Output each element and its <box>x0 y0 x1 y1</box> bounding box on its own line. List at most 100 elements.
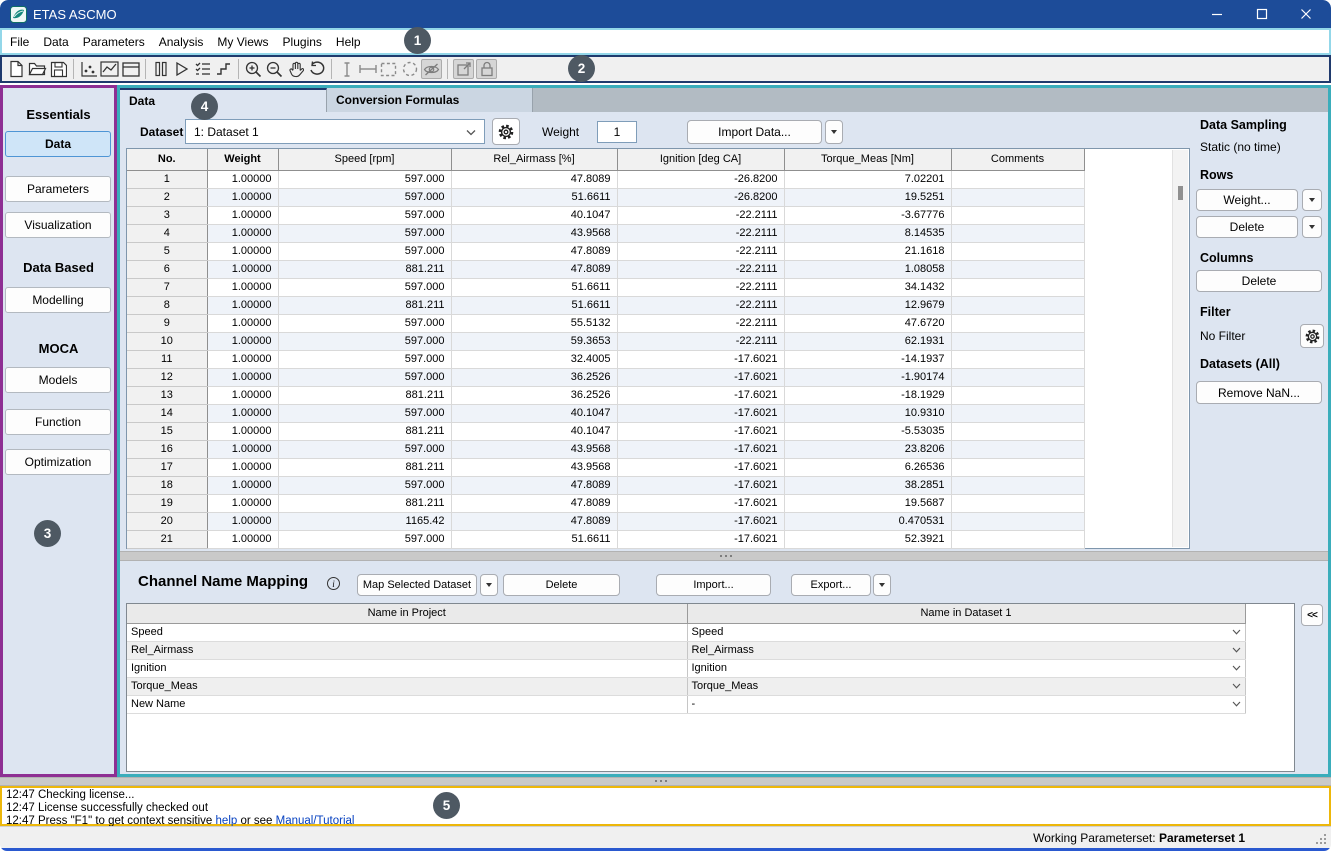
table-cell[interactable]: -22.2111 <box>617 206 784 224</box>
table-cell[interactable] <box>951 404 1084 422</box>
sidebar-item-function[interactable]: Function <box>5 409 111 435</box>
table-cell[interactable]: 1.00000 <box>207 404 278 422</box>
table-cell[interactable]: 19.5687 <box>784 494 951 512</box>
table-cell[interactable]: 47.8089 <box>451 242 617 260</box>
table-cell[interactable] <box>951 530 1084 548</box>
table-cell[interactable]: 14 <box>127 404 207 422</box>
weight-rows-button[interactable]: Weight... <box>1196 189 1298 211</box>
table-cell[interactable]: 1.00000 <box>207 386 278 404</box>
mapping-dataset-select[interactable]: Speed <box>687 623 1245 641</box>
table-cell[interactable]: 20 <box>127 512 207 530</box>
table-cell[interactable]: 23.8206 <box>784 440 951 458</box>
table-cell[interactable]: 7.02201 <box>784 170 951 188</box>
weight-input[interactable]: 1 <box>597 121 637 143</box>
table-cell[interactable]: -26.8200 <box>617 170 784 188</box>
open-file-icon[interactable] <box>27 59 48 79</box>
table-cell[interactable]: 47.8089 <box>451 476 617 494</box>
table-cell[interactable]: 47.6720 <box>784 314 951 332</box>
rect-select-icon[interactable] <box>378 59 399 79</box>
column-header-ignition-deg-ca-[interactable]: Ignition [deg CA] <box>617 149 784 170</box>
table-cell[interactable]: 12 <box>127 368 207 386</box>
table-cell[interactable]: 1.00000 <box>207 422 278 440</box>
ellipse-select-icon[interactable] <box>399 59 420 79</box>
table-cell[interactable]: 881.211 <box>278 494 451 512</box>
save-icon[interactable] <box>48 59 69 79</box>
table-cell[interactable]: 2 <box>127 188 207 206</box>
table-cell[interactable]: 51.6611 <box>451 530 617 548</box>
menu-item-help[interactable]: Help <box>336 35 361 49</box>
mapping-dataset-select[interactable]: Rel_Airmass <box>687 641 1245 659</box>
table-cell[interactable] <box>951 188 1084 206</box>
sidebar-item-modelling[interactable]: Modelling <box>5 287 111 313</box>
cursor-ibeam-icon[interactable] <box>336 59 357 79</box>
table-cell[interactable] <box>951 224 1084 242</box>
table-cell[interactable]: 1.00000 <box>207 368 278 386</box>
sidebar-item-parameters[interactable]: Parameters <box>5 176 111 202</box>
table-cell[interactable]: -17.6021 <box>617 530 784 548</box>
collapse-panel-button[interactable]: << <box>1301 604 1323 626</box>
dataset-combobox[interactable]: 1: Dataset 1 <box>185 119 485 144</box>
table-cell[interactable]: 1.00000 <box>207 332 278 350</box>
table-cell[interactable]: 6.26536 <box>784 458 951 476</box>
table-cell[interactable]: 1.00000 <box>207 260 278 278</box>
menu-item-parameters[interactable]: Parameters <box>83 35 145 49</box>
zoom-out-icon[interactable] <box>264 59 285 79</box>
table-cell[interactable]: 597.000 <box>278 350 451 368</box>
table-cell[interactable]: -17.6021 <box>617 386 784 404</box>
table-cell[interactable]: 55.5132 <box>451 314 617 332</box>
menu-item-my-views[interactable]: My Views <box>217 35 268 49</box>
table-cell[interactable] <box>951 494 1084 512</box>
table-cell[interactable] <box>951 458 1084 476</box>
table-cell[interactable]: 40.1047 <box>451 206 617 224</box>
import-data-dropdown-button[interactable] <box>825 120 843 144</box>
table-cell[interactable] <box>951 296 1084 314</box>
mapping-export-button[interactable]: Export... <box>791 574 871 596</box>
tab-data[interactable]: Data <box>120 88 327 112</box>
table-cell[interactable] <box>951 170 1084 188</box>
vertical-scrollbar[interactable] <box>1172 150 1188 547</box>
table-cell[interactable]: 597.000 <box>278 206 451 224</box>
filter-settings-button[interactable] <box>1300 324 1324 348</box>
table-cell[interactable]: -17.6021 <box>617 422 784 440</box>
table-cell[interactable]: -17.6021 <box>617 440 784 458</box>
table-cell[interactable]: 10.9310 <box>784 404 951 422</box>
table-cell[interactable]: 881.211 <box>278 386 451 404</box>
table-cell[interactable]: 0.470531 <box>784 512 951 530</box>
table-cell[interactable]: 51.6611 <box>451 278 617 296</box>
run-checklist-icon[interactable] <box>192 59 213 79</box>
table-cell[interactable]: 15 <box>127 422 207 440</box>
table-cell[interactable]: 597.000 <box>278 404 451 422</box>
import-data-button[interactable]: Import Data... <box>687 120 822 144</box>
horizontal-splitter[interactable] <box>120 551 1328 561</box>
table-cell[interactable]: 1.00000 <box>207 278 278 296</box>
table-cell[interactable]: -22.2111 <box>617 242 784 260</box>
maximize-button[interactable] <box>1247 0 1277 28</box>
table-cell[interactable]: -14.1937 <box>784 350 951 368</box>
table-cell[interactable]: 10 <box>127 332 207 350</box>
table-cell[interactable]: -17.6021 <box>617 368 784 386</box>
table-cell[interactable]: 9 <box>127 314 207 332</box>
table-cell[interactable] <box>951 278 1084 296</box>
table-cell[interactable]: 1.08058 <box>784 260 951 278</box>
table-cell[interactable]: 12.9679 <box>784 296 951 314</box>
menu-item-file[interactable]: File <box>10 35 29 49</box>
table-cell[interactable]: 597.000 <box>278 188 451 206</box>
table-cell[interactable]: -17.6021 <box>617 458 784 476</box>
table-cell[interactable]: 1.00000 <box>207 512 278 530</box>
export-window-icon[interactable] <box>453 59 474 79</box>
table-cell[interactable]: 43.9568 <box>451 224 617 242</box>
table-cell[interactable]: -22.2111 <box>617 296 784 314</box>
table-cell[interactable]: 36.2526 <box>451 386 617 404</box>
zoom-in-icon[interactable] <box>243 59 264 79</box>
table-cell[interactable]: 59.3653 <box>451 332 617 350</box>
column-header-comments[interactable]: Comments <box>951 149 1084 170</box>
pause-icon[interactable] <box>150 59 171 79</box>
table-cell[interactable]: 1.00000 <box>207 314 278 332</box>
hide-outliers-icon[interactable] <box>421 59 442 79</box>
table-cell[interactable]: 8.14535 <box>784 224 951 242</box>
tab-conversion-formulas[interactable]: Conversion Formulas <box>327 88 533 112</box>
table-cell[interactable]: 881.211 <box>278 296 451 314</box>
table-cell[interactable]: 1.00000 <box>207 242 278 260</box>
table-cell[interactable]: 1.00000 <box>207 170 278 188</box>
table-cell[interactable]: 38.2851 <box>784 476 951 494</box>
